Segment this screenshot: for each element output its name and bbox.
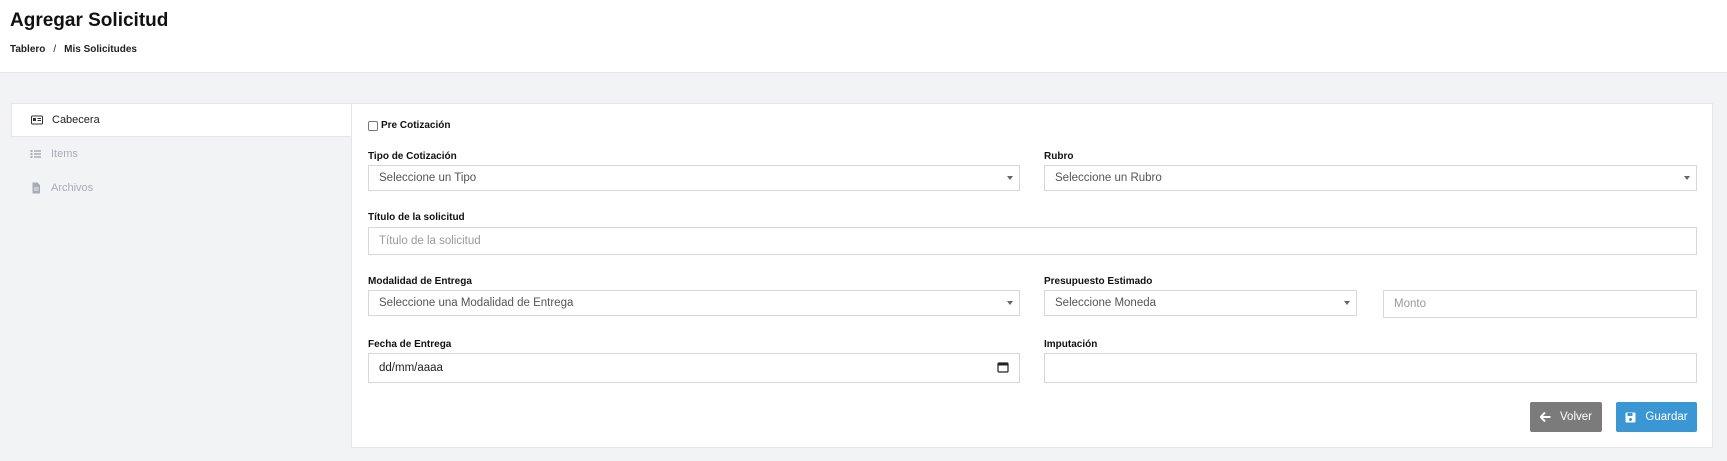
cabecera-form-panel: Pre Cotización Tipo de Cotización Selecc… [351,103,1713,448]
modalidad-value: Seleccione una Modalidad de Entrega [379,297,574,309]
sidebar-item-label: Archivos [51,182,94,194]
monto-input[interactable] [1394,291,1696,317]
file-icon [30,182,42,194]
breadcrumb-item-mis-solicitudes[interactable]: Mis Solicitudes [64,44,137,55]
fecha-label: Fecha de Entrega [368,339,452,350]
titulo-label: Título de la solicitud [368,212,465,223]
chevron-down-icon [1007,176,1013,180]
fecha-value: dd/mm/aaaa [379,362,443,374]
sidebar-item-cabecera[interactable]: Cabecera [11,103,351,137]
sidebar-item-items[interactable]: Items [11,137,351,171]
breadcrumb-separator: / [53,44,57,55]
save-button[interactable]: Guardar [1616,402,1697,432]
titulo-input[interactable] [379,228,1696,254]
imputacion-input[interactable] [1055,354,1696,382]
calendar-icon[interactable] [997,361,1009,376]
back-button[interactable]: Volver [1530,402,1602,432]
back-button-label: Volver [1560,411,1592,423]
fecha-input[interactable]: dd/mm/aaaa [368,353,1020,383]
imputacion-field-wrapper [1044,353,1697,383]
moneda-value: Seleccione Moneda [1055,297,1157,309]
floppy-disk-icon [1625,412,1636,422]
tipo-cotizacion-select[interactable]: Seleccione un Tipo [368,165,1020,191]
sidebar-item-label: Items [51,148,78,160]
rubro-label: Rubro [1044,151,1074,162]
tipo-cotizacion-label: Tipo de Cotización [368,151,457,162]
presupuesto-label: Presupuesto Estimado [1044,276,1153,287]
imputacion-label: Imputación [1044,339,1098,350]
chevron-down-icon [1684,176,1690,180]
pre-cotizacion-checkbox[interactable] [368,120,378,131]
sidebar-item-archivos[interactable]: Archivos [11,171,351,205]
modalidad-select[interactable]: Seleccione una Modalidad de Entrega [368,290,1020,316]
form-sections-sidebar: Cabecera Items Archivos [11,103,351,205]
list-icon [30,148,42,160]
id-card-icon [31,114,43,126]
page-header: Agregar Solicitud Tablero / Mis Solicitude… [0,0,1727,73]
save-button-label: Guardar [1645,411,1688,423]
breadcrumb: Tablero / Mis Solicitudes [10,44,137,55]
pre-cotizacion-label: Pre Cotización [381,120,451,131]
pre-cotizacion-row: Pre Cotización [368,120,450,131]
page-title: Agregar Solicitud [10,10,169,31]
monto-field-wrapper [1383,290,1697,318]
moneda-select[interactable]: Seleccione Moneda [1044,290,1357,316]
titulo-field-wrapper [368,227,1697,255]
arrow-left-icon [1540,412,1551,422]
rubro-select[interactable]: Seleccione un Rubro [1044,165,1697,191]
rubro-value: Seleccione un Rubro [1055,172,1162,184]
sidebar-item-label: Cabecera [52,114,100,126]
chevron-down-icon [1344,301,1350,305]
modalidad-label: Modalidad de Entrega [368,276,472,287]
tipo-cotizacion-value: Seleccione un Tipo [379,172,477,184]
chevron-down-icon [1007,301,1013,305]
breadcrumb-item-tablero[interactable]: Tablero [10,44,45,55]
